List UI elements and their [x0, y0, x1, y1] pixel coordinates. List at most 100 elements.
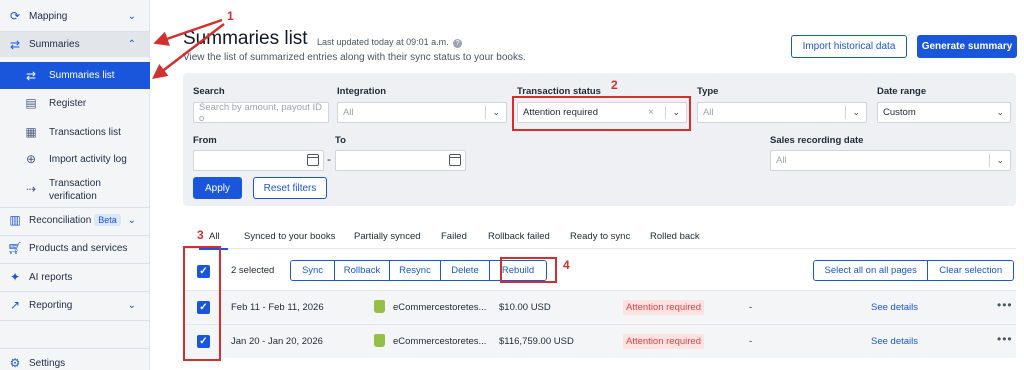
sidebar-item-products-and-services[interactable]: 🛒︎ Products and services	[0, 236, 150, 260]
row-amount: $10.00 USD	[499, 302, 551, 313]
selection-controls: Select all on all pages Clear selection	[813, 260, 1014, 281]
row-date: Feb 11 - Feb 11, 2026	[231, 302, 324, 313]
annotation-label-4: 4	[563, 258, 570, 272]
integration-label: Integration	[337, 86, 387, 97]
rollback-button[interactable]: Rollback	[335, 261, 390, 280]
row-amount: $116,759.00 USD	[499, 336, 574, 347]
annotation-box-status	[512, 96, 691, 131]
chevron-down-icon: ⌄	[127, 299, 136, 311]
annotation-label-1: 1	[227, 9, 234, 23]
arrows-icon: ⇄	[25, 68, 37, 83]
delete-button[interactable]: Delete	[441, 261, 490, 280]
resync-button[interactable]: Resync	[390, 261, 441, 280]
document-icon: ▤	[25, 96, 37, 110]
chevron-down-icon: ⌄	[996, 107, 1004, 117]
bulk-actions-toolbar: ✓ 2 selected Sync Rollback Resync Delete…	[183, 256, 1016, 288]
chevron-down-icon: ⌄	[127, 10, 136, 22]
row-dash: -	[749, 302, 753, 313]
page-title: Summaries list	[183, 28, 308, 49]
chevron-down-icon: ⌄	[852, 107, 860, 117]
sidebar-item-ai-reports[interactable]: ✦ AI reports	[0, 265, 150, 289]
date-separator: -	[327, 152, 331, 166]
verify-icon: ⇢	[25, 182, 37, 196]
gear-icon: ⚙	[9, 356, 21, 370]
filters-panel: Search Search by amount, payout ID o Int…	[183, 73, 1016, 206]
reset-filters-button[interactable]: Reset filters	[253, 177, 327, 199]
sidebar-item-register[interactable]: ▤ Register	[0, 92, 150, 114]
annotation-label-3: 3	[197, 228, 204, 242]
row-date: Jan 20 - Jan 20, 2026	[231, 336, 323, 347]
more-actions-icon[interactable]: •••	[997, 298, 1013, 312]
search-label: Search	[193, 86, 225, 97]
chevron-up-icon: ⌃	[127, 39, 136, 50]
import-icon: ⊕	[25, 152, 37, 166]
sidebar-item-transactions-list[interactable]: ▦ Transactions list	[0, 121, 150, 143]
annotation-box-rebuild	[500, 257, 557, 283]
table-row[interactable]: ✓ Jan 20 - Jan 20, 2026 eCommercestorete…	[183, 324, 1016, 358]
apply-button[interactable]: Apply	[193, 177, 242, 199]
sales-recording-date-select[interactable]: All ⌄	[770, 150, 1011, 171]
sidebar-item-summaries-list[interactable]: ⇄ Summaries list	[0, 62, 150, 89]
from-date-input[interactable]	[193, 150, 324, 171]
row-store: eCommercestoretes...	[393, 336, 487, 347]
to-label: To	[335, 135, 346, 146]
sales-recording-date-label: Sales recording date	[770, 135, 864, 146]
tab-ready-to-sync[interactable]: Ready to sync	[570, 231, 630, 242]
from-label: From	[193, 135, 217, 146]
table-row[interactable]: ✓ Feb 11 - Feb 11, 2026 eCommercestorete…	[183, 290, 1016, 324]
integration-select[interactable]: All ⌄	[337, 102, 507, 123]
tab-synced[interactable]: Synced to your books	[244, 231, 335, 242]
sidebar-item-mapping[interactable]: ⟳ Mapping ⌄	[0, 4, 150, 28]
search-input[interactable]: Search by amount, payout ID o	[193, 102, 329, 124]
chart-icon: ↗	[9, 298, 21, 312]
cart-icon: 🛒︎	[7, 241, 23, 255]
tab-failed[interactable]: Failed	[441, 231, 467, 242]
sidebar-item-reconciliation[interactable]: ▥ Reconciliation Beta ⌄	[0, 208, 150, 232]
see-details-link[interactable]: See details	[871, 336, 918, 347]
to-date-input[interactable]	[335, 150, 466, 171]
status-tabs: All Synced to your books Partially synce…	[183, 225, 1016, 250]
chevron-down-icon: ⌄	[996, 155, 1004, 165]
status-badge: Attention required	[623, 334, 704, 349]
tab-partially-synced[interactable]: Partially synced	[354, 231, 421, 242]
shopify-icon	[374, 334, 385, 347]
page-subtitle: View the list of summarized entries alon…	[183, 52, 526, 63]
import-historical-data-button[interactable]: Import historical data	[791, 35, 907, 58]
help-icon[interactable]: ?	[453, 39, 463, 48]
sync-icon: ⟳	[9, 9, 21, 23]
sidebar-item-settings[interactable]: ⚙ Settings	[0, 352, 150, 370]
table-icon: ▦	[25, 125, 37, 139]
type-select[interactable]: All ⌄	[697, 102, 867, 123]
date-range-select[interactable]: Custom ⌄	[877, 102, 1011, 123]
calendar-icon[interactable]	[449, 154, 461, 166]
sidebar: ⟳ Mapping ⌄ ⇄ Summaries ⌃ ⇄ Summaries li…	[0, 0, 150, 370]
calendar-icon[interactable]	[307, 154, 319, 166]
date-range-label: Date range	[877, 86, 927, 97]
beta-badge: Beta	[94, 213, 121, 226]
chevron-down-icon: ⌄	[127, 214, 136, 226]
more-actions-icon[interactable]: •••	[997, 332, 1013, 346]
see-details-link[interactable]: See details	[871, 302, 918, 313]
annotation-box-checkboxes	[183, 246, 221, 361]
generate-summary-button[interactable]: Generate summary	[917, 35, 1017, 58]
tab-all[interactable]: All	[199, 231, 227, 250]
select-all-pages-button[interactable]: Select all on all pages	[814, 261, 929, 280]
sidebar-item-summaries[interactable]: ⇄ Summaries ⌃	[0, 32, 150, 57]
shopify-icon	[374, 300, 385, 313]
sidebar-item-reporting[interactable]: ↗ Reporting ⌄	[0, 293, 150, 317]
row-dash: -	[749, 336, 753, 347]
sidebar-item-import-activity-log[interactable]: ⊕ Import activity log	[0, 148, 150, 170]
sidebar-item-transaction-verification[interactable]: ⇢ Transaction verification	[0, 174, 150, 204]
annotation-label-2: 2	[611, 78, 618, 92]
last-updated: Last updated today at 09:01 a.m. ?	[317, 37, 463, 48]
status-badge: Attention required	[623, 300, 704, 315]
tab-rolled-back[interactable]: Rolled back	[650, 231, 700, 242]
clear-selection-button[interactable]: Clear selection	[928, 261, 1013, 280]
sparkle-icon: ✦	[9, 270, 21, 284]
main-content: Summaries list Last updated today at 09:…	[150, 0, 1024, 370]
tab-rollback-failed[interactable]: Rollback failed	[488, 231, 550, 242]
selected-count: 2 selected	[231, 265, 275, 276]
arrows-icon: ⇄	[9, 37, 21, 52]
chevron-down-icon: ⌄	[492, 107, 500, 117]
sync-button[interactable]: Sync	[291, 261, 335, 280]
